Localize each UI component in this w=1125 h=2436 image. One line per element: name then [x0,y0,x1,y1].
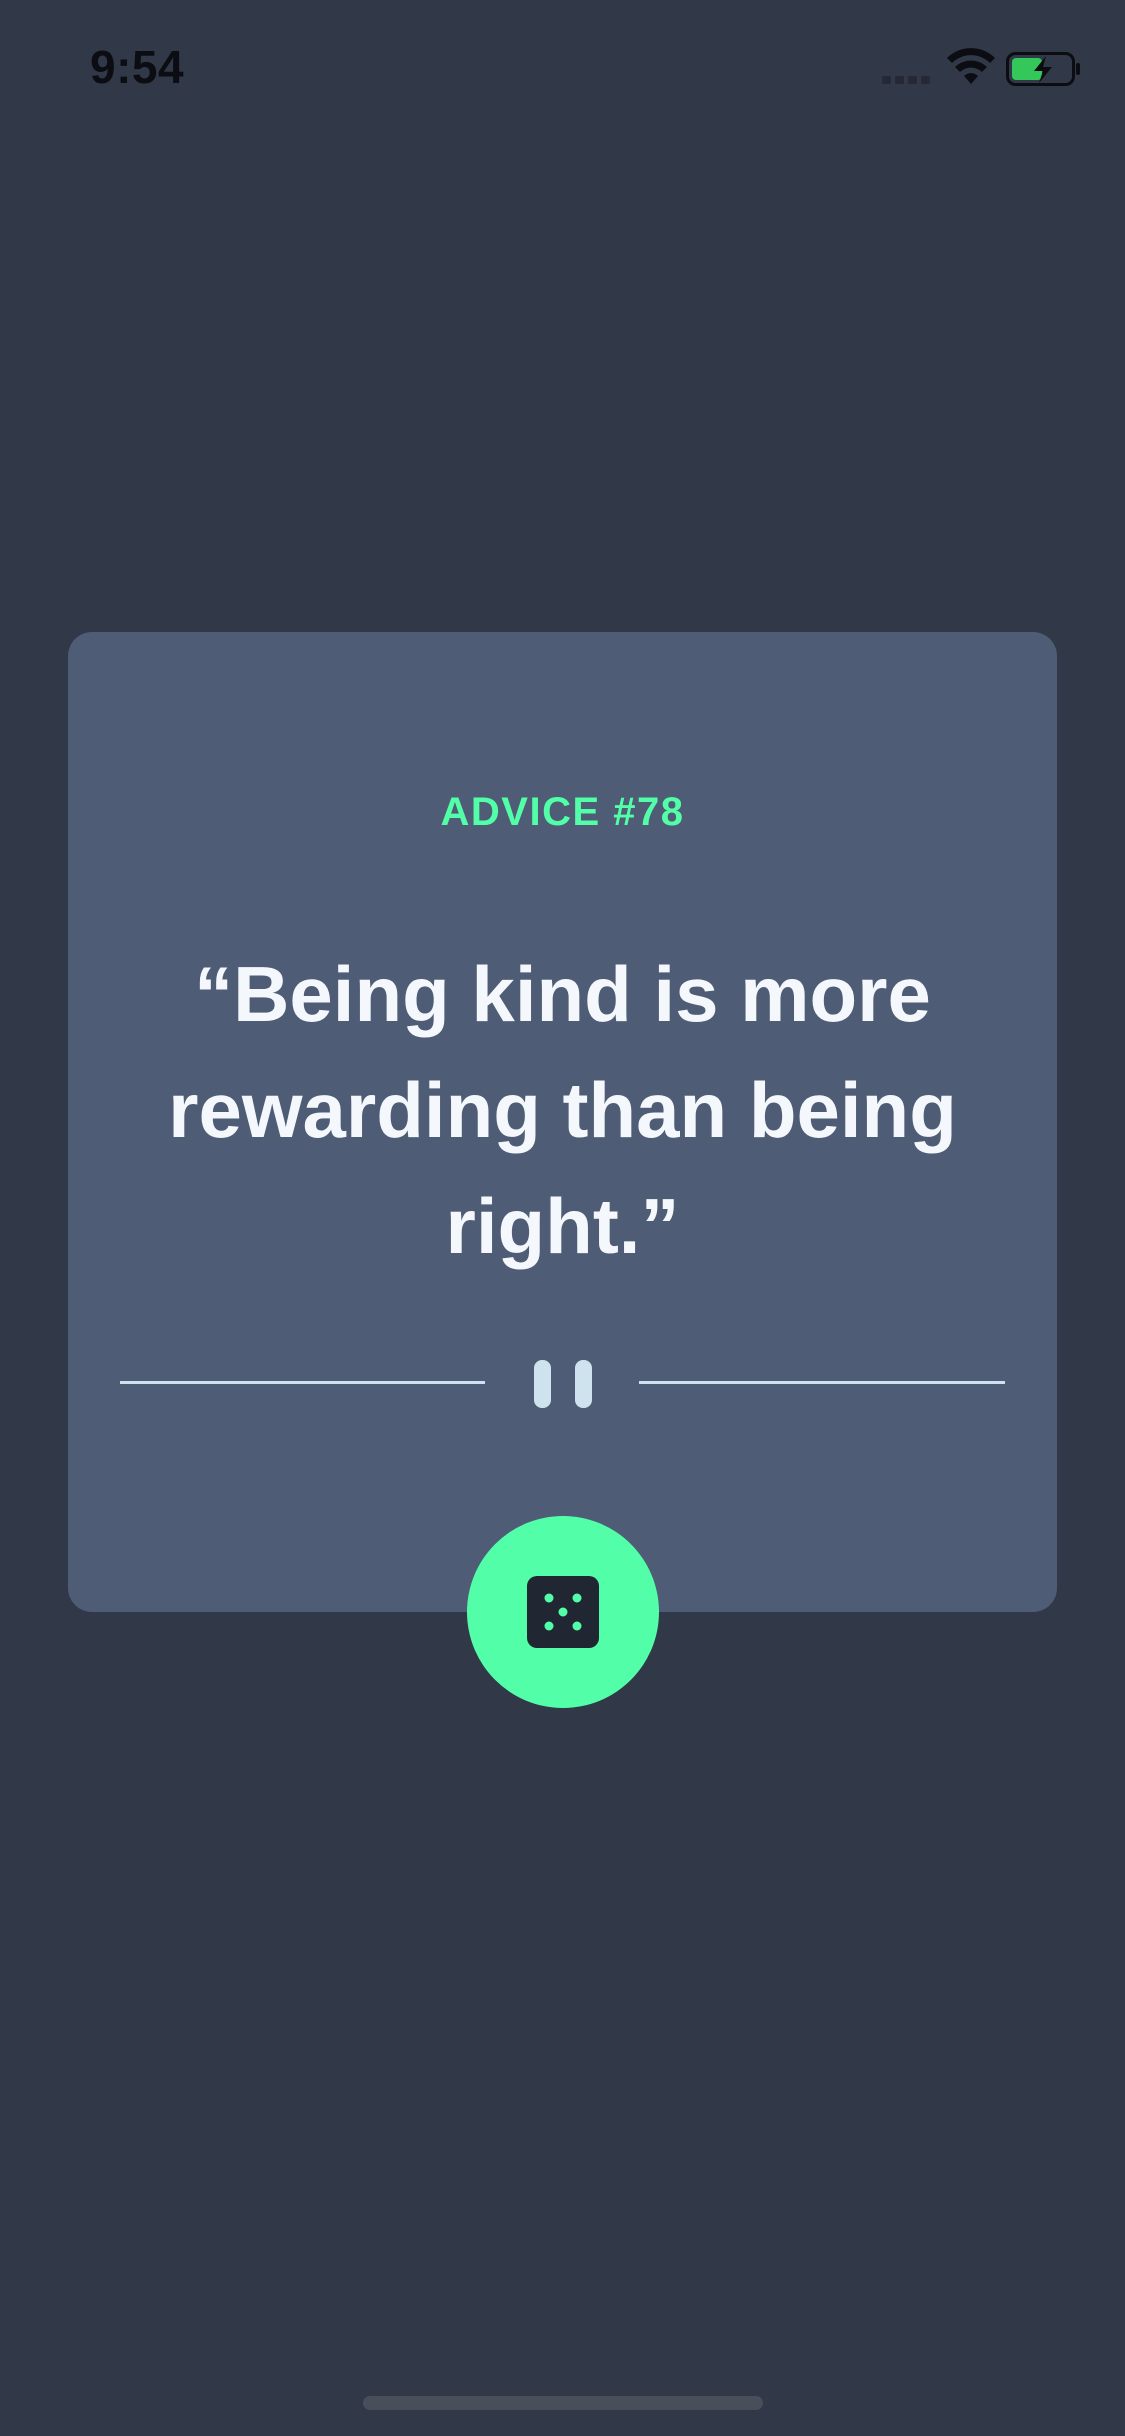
status-time: 9:54 [90,41,185,93]
wifi-icon [947,48,995,84]
battery-charging-icon [1006,52,1080,86]
status-bar: 9:54 [0,0,1125,132]
advice-number-label: ADVICE #78 [440,790,685,834]
dice-icon [527,1576,599,1648]
pause-icon [575,1360,592,1408]
divider-line-left [120,1381,485,1384]
advice-quote: “Being kind is more rewarding than being… [168,950,957,1270]
advice-card: ADVICE #78 “Being kind is more rewarding… [68,632,1057,1612]
cellular-signal-icon [882,76,934,86]
pause-icon [534,1360,551,1408]
home-indicator[interactable] [363,2396,763,2410]
new-advice-dice-button[interactable] [467,1516,659,1708]
divider-line-right [639,1381,1005,1384]
